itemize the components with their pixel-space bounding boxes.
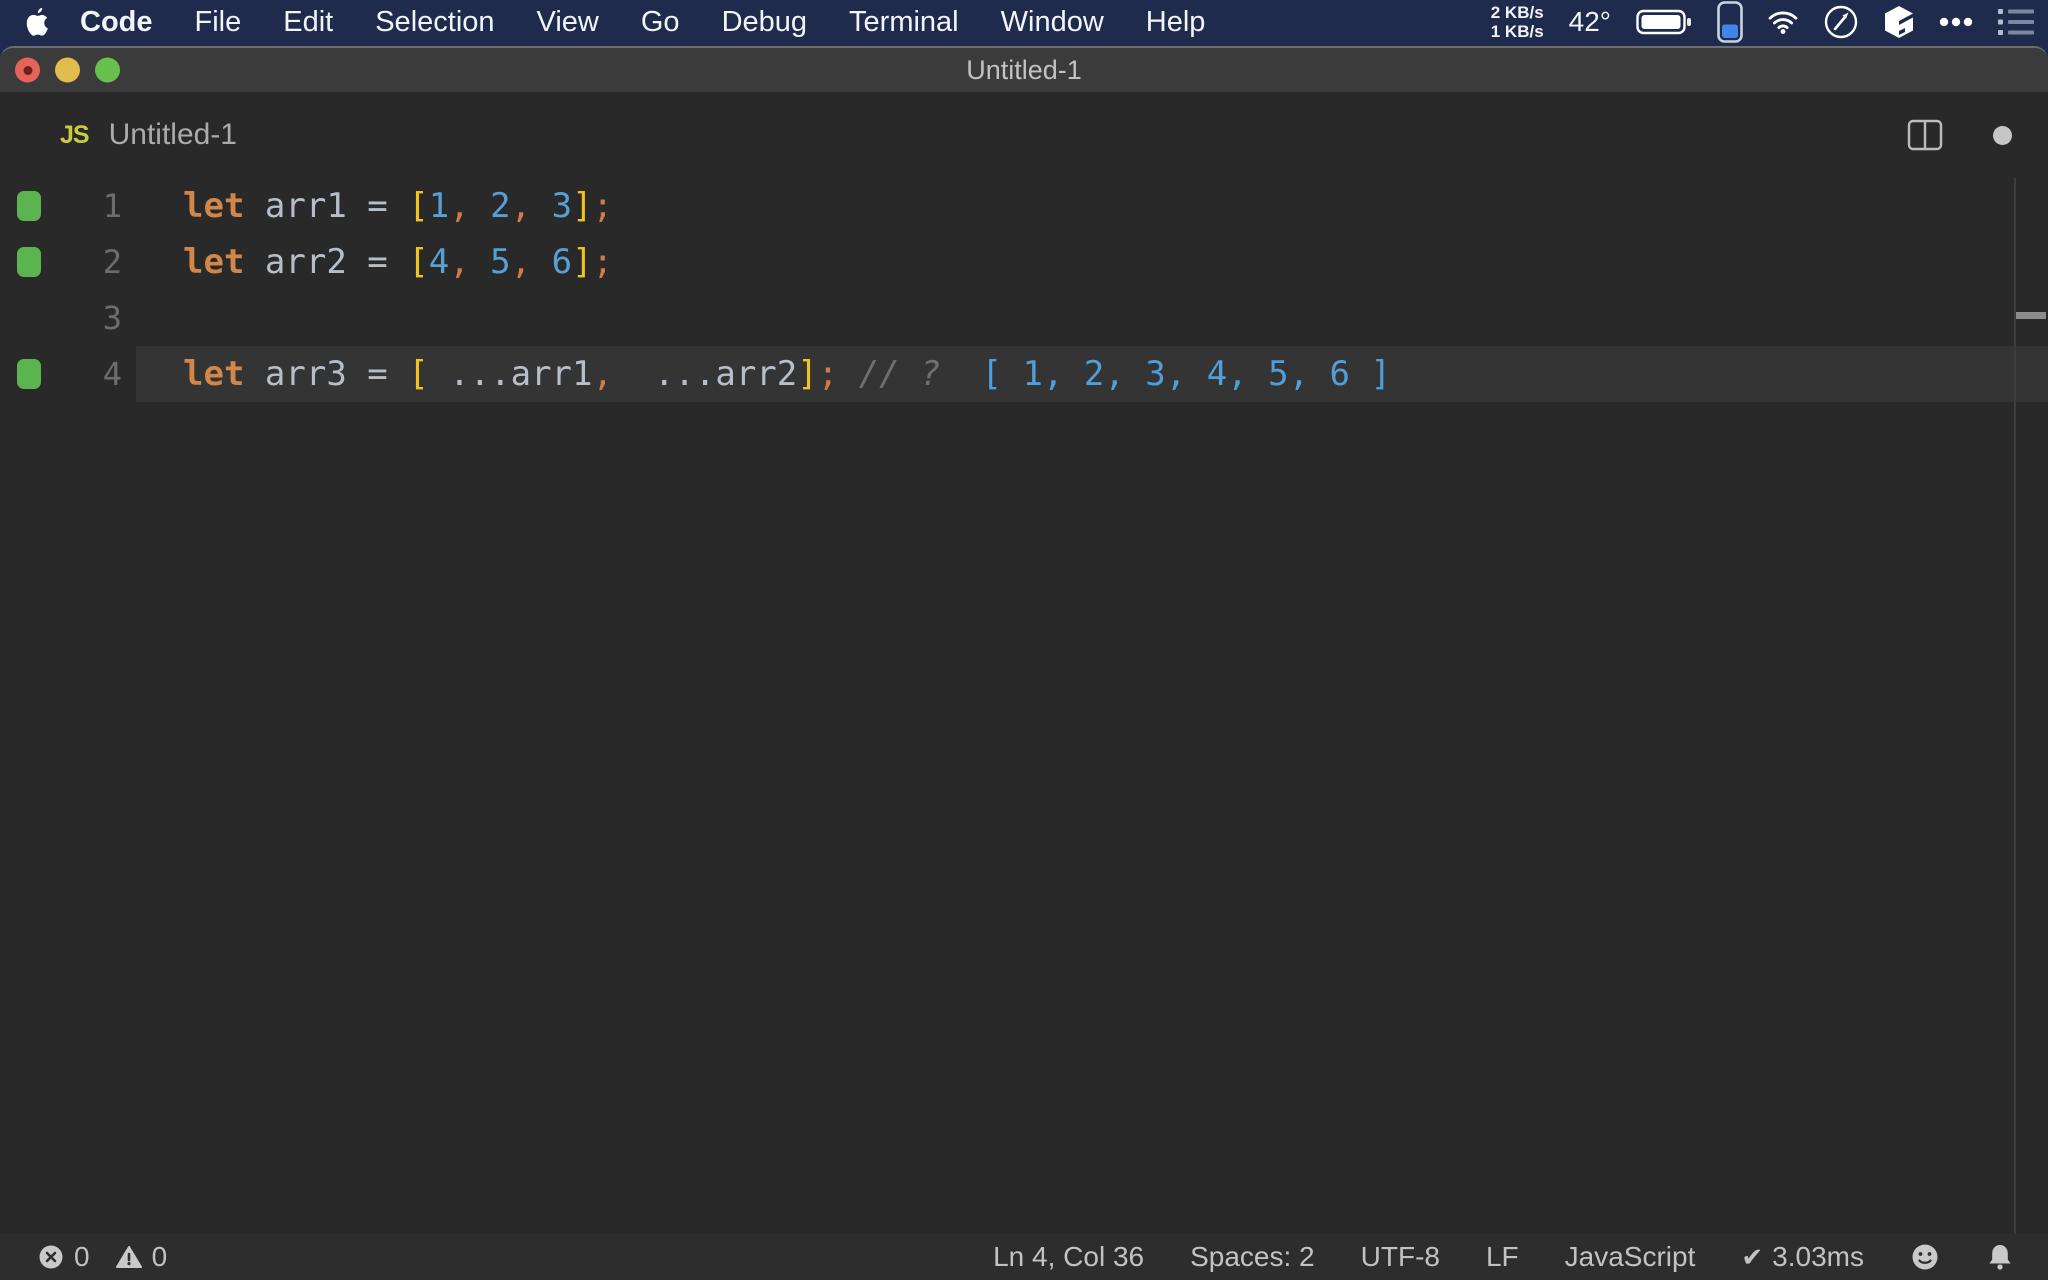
temperature-indicator[interactable]: 42° (1569, 6, 1611, 38)
encoding-setting[interactable]: UTF-8 (1361, 1241, 1440, 1273)
app-menus: Code File Edit Selection View Go Debug Terminal… (59, 6, 1226, 39)
menu-item-code[interactable]: Code (59, 6, 174, 38)
overview-ruler-cursor-marker (2016, 312, 2046, 319)
code-line-3[interactable]: 3 (0, 290, 2048, 346)
more-dots-icon[interactable] (1939, 17, 1973, 27)
split-editor-icon[interactable] (1907, 119, 1943, 151)
warning-icon (115, 1245, 142, 1269)
tab-bar: JS Untitled-1 (0, 92, 2048, 178)
code-rows: 1 let arr1 = [1, 2, 3]; 2 let arr2 = [4, 5,… (0, 178, 2048, 1234)
cursor-position[interactable]: Ln 4, Col 36 (993, 1241, 1144, 1273)
compass-icon[interactable] (1823, 4, 1859, 40)
code-text: let arr3 = [ ...arr1, ...arr2]; // ? [ 1… (183, 354, 1391, 394)
problems-indicator[interactable]: 0 0 (38, 1241, 183, 1273)
window-title: Untitled-1 (966, 55, 1082, 85)
cube-icon[interactable] (1884, 5, 1914, 39)
line-number: 4 (102, 355, 122, 393)
wifi-icon[interactable] (1768, 10, 1798, 34)
menu-item-edit[interactable]: Edit (262, 6, 354, 38)
status-bar: 0 0 Ln 4, Col 36 Spaces: 2 UTF-8 LF Java… (0, 1234, 2048, 1280)
code-line-4[interactable]: 4 let arr3 = [ ...arr1, ...arr2]; // ? [ … (0, 346, 2048, 402)
feedback-smiley-icon[interactable] (1910, 1242, 1940, 1272)
eol-setting[interactable]: LF (1486, 1241, 1519, 1273)
menu-bar: Code File Edit Selection View Go Debug Terminal… (0, 0, 2048, 44)
line-number: 3 (102, 299, 122, 337)
network-speed-indicator[interactable]: 2 KB/s 1 KB/s (1491, 3, 1544, 41)
editor[interactable]: 1 let arr1 = [1, 2, 3]; 2 let arr2 = [4, 5,… (0, 178, 2048, 1234)
run-time-value: 3.03ms (1772, 1241, 1864, 1272)
battery-icon[interactable] (1636, 8, 1692, 36)
indentation-setting[interactable]: Spaces: 2 (1190, 1241, 1315, 1273)
code-line-1[interactable]: 1 let arr1 = [1, 2, 3]; (0, 178, 2048, 234)
screen: Code File Edit Selection View Go Debug Terminal… (0, 0, 2048, 1280)
menu-item-file[interactable]: File (174, 6, 263, 38)
vscode-window: Untitled-1 JS Untitled-1 1 let arr1 = [1,… (0, 46, 2048, 1280)
check-icon: ✔ (1741, 1241, 1764, 1272)
warning-count: 0 (151, 1241, 168, 1272)
menu-item-help[interactable]: Help (1125, 6, 1227, 38)
javascript-file-icon: JS (60, 120, 90, 149)
code-line-2[interactable]: 2 let arr2 = [4, 5, 6]; (0, 234, 2048, 290)
error-icon (38, 1244, 64, 1270)
window-title-bar[interactable]: Untitled-1 (0, 48, 2048, 92)
tab-untitled-1[interactable]: JS Untitled-1 (0, 92, 237, 178)
overview-ruler[interactable] (2014, 178, 2016, 1234)
menu-item-view[interactable]: View (516, 6, 620, 38)
menu-item-terminal[interactable]: Terminal (828, 6, 980, 38)
network-down-label: 1 KB/s (1490, 22, 1544, 41)
menu-item-go[interactable]: Go (620, 6, 701, 38)
menu-item-debug[interactable]: Debug (701, 6, 828, 38)
code-text: let arr1 = [1, 2, 3]; (183, 186, 614, 226)
code-text: let arr2 = [4, 5, 6]; (183, 242, 614, 282)
language-mode[interactable]: JavaScript (1565, 1241, 1696, 1273)
network-up-label: 2 KB/s (1490, 3, 1544, 22)
quokka-run-time[interactable]: ✔ 3.03ms (1741, 1241, 1864, 1273)
notifications-bell-icon[interactable] (1986, 1242, 2014, 1272)
editor-actions (1907, 119, 2048, 151)
status-bar-right: Ln 4, Col 36 Spaces: 2 UTF-8 LF JavaScri… (947, 1241, 2014, 1273)
menu-item-window[interactable]: Window (980, 6, 1125, 38)
menu-bar-status: 2 KB/s 1 KB/s 42° (1491, 1, 2034, 43)
unsaved-changes-dot[interactable] (1993, 125, 2012, 145)
line-number: 2 (102, 243, 122, 281)
tab-file-name: Untitled-1 (108, 118, 237, 151)
apple-menu-icon[interactable] (26, 7, 49, 37)
line-number: 1 (102, 187, 122, 225)
list-icon[interactable] (1998, 8, 2034, 36)
error-count: 0 (74, 1241, 90, 1272)
device-battery-icon[interactable] (1717, 1, 1743, 43)
menu-item-selection[interactable]: Selection (354, 6, 515, 38)
